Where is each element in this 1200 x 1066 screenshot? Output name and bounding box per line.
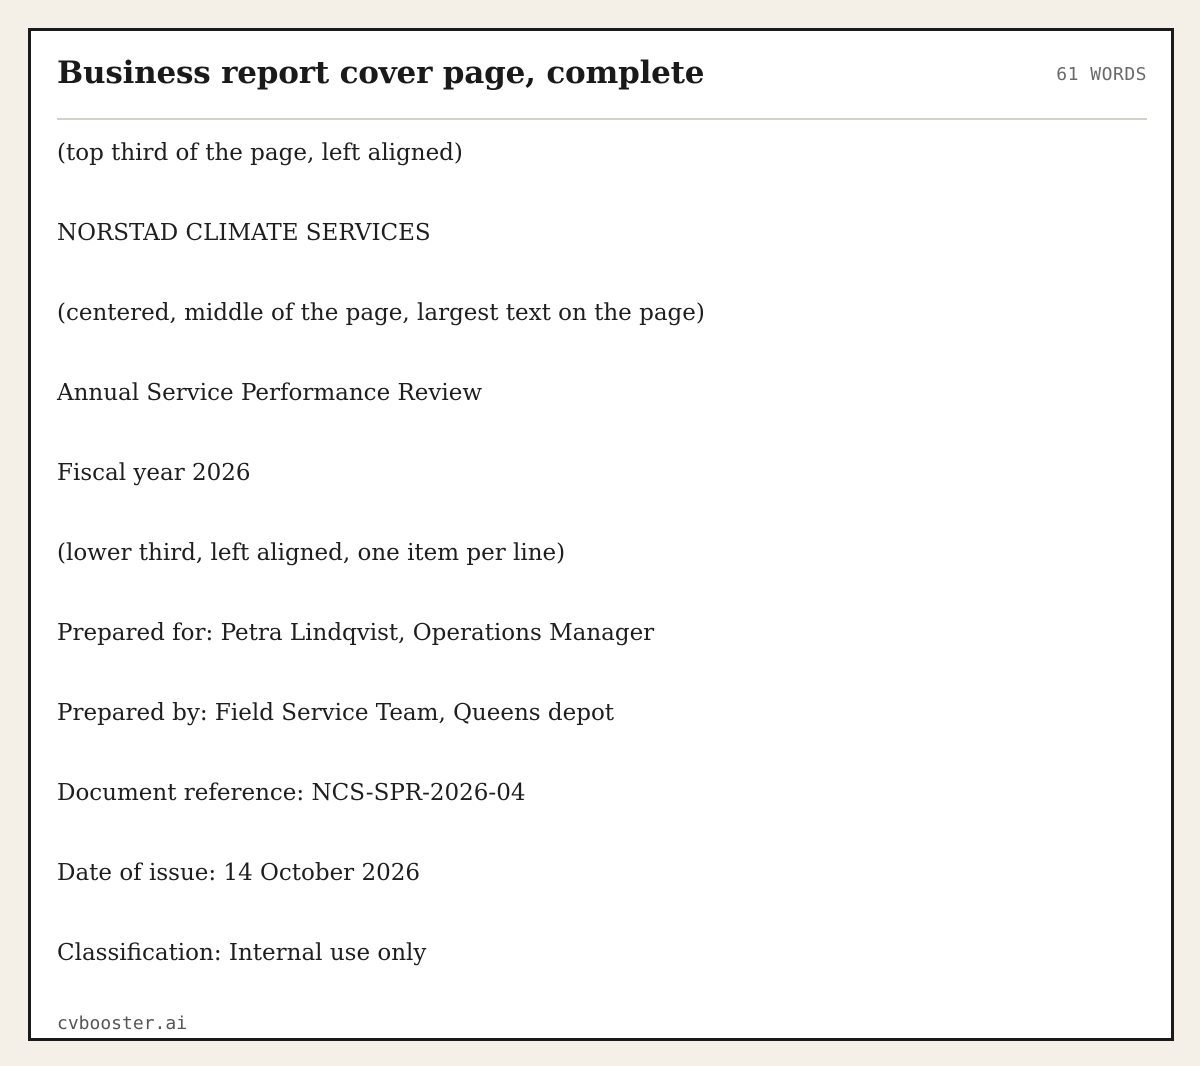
prepared-for-line: Prepared for: Petra Lindqvist, Operation…: [57, 620, 655, 646]
report-title-line: Annual Service Performance Review: [57, 380, 483, 406]
company-name-line: NORSTAD CLIMATE SERVICES: [57, 220, 431, 246]
instruction-middle: (centered, middle of the page, largest t…: [57, 300, 705, 326]
document-card: Business report cover page, complete 61 …: [28, 28, 1174, 1041]
footer-brand: cvbooster.ai: [57, 1013, 188, 1034]
card-header: Business report cover page, complete 61 …: [57, 31, 1147, 120]
fiscal-year-line: Fiscal year 2026: [57, 460, 251, 486]
word-count-badge: 61 WORDS: [1056, 64, 1147, 85]
instruction-lower-third: (lower third, left aligned, one item per…: [57, 540, 566, 566]
prepared-by-line: Prepared by: Field Service Team, Queens …: [57, 700, 615, 726]
instruction-top-third: (top third of the page, left aligned): [57, 140, 463, 166]
document-reference-line: Document reference: NCS-SPR-2026-04: [57, 780, 526, 806]
document-body: (top third of the page, left aligned) NO…: [57, 133, 1147, 1013]
document-title: Business report cover page, complete: [57, 55, 705, 91]
date-of-issue-line: Date of issue: 14 October 2026: [57, 860, 421, 886]
classification-line: Classification: Internal use only: [57, 940, 427, 966]
